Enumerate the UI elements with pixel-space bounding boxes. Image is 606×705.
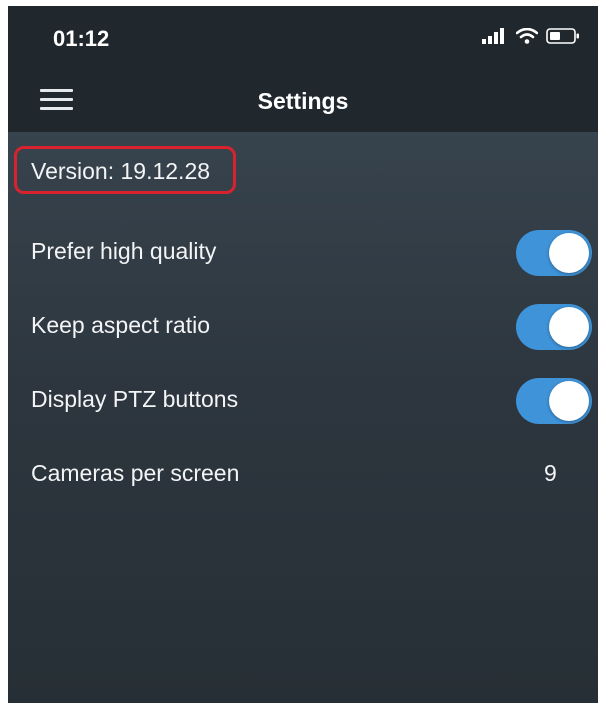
navigation-bar: Settings <box>8 68 598 132</box>
setting-prefer-high-quality[interactable]: Prefer high quality <box>8 218 598 282</box>
setting-cameras-per-screen[interactable]: Cameras per screen 9 <box>8 440 598 504</box>
setting-label: Cameras per screen <box>31 460 240 486</box>
cameras-per-screen-value[interactable]: 9 <box>544 460 557 487</box>
status-time: 01:12 <box>53 26 110 51</box>
wifi-icon <box>516 28 538 44</box>
setting-label: Keep aspect ratio <box>31 312 211 338</box>
battery-icon <box>546 28 579 44</box>
settings-list: Version: 19.12.28 Prefer high quality Ke… <box>8 132 598 703</box>
setting-keep-aspect-ratio[interactable]: Keep aspect ratio <box>8 292 598 356</box>
toggle-knob <box>549 381 589 421</box>
setting-display-ptz-buttons[interactable]: Display PTZ buttons <box>8 366 598 430</box>
setting-label: Prefer high quality <box>31 238 217 264</box>
page-title: Settings <box>257 88 349 114</box>
keep-aspect-ratio-toggle[interactable] <box>516 304 592 350</box>
toggle-knob <box>549 233 589 273</box>
display-ptz-buttons-toggle[interactable] <box>516 378 592 424</box>
version-label: Version: 19.12.28 <box>31 158 211 184</box>
toggle-knob <box>549 307 589 347</box>
cellular-signal-icon <box>482 28 504 44</box>
status-icons <box>482 28 580 44</box>
prefer-high-quality-toggle[interactable] <box>516 230 592 276</box>
settings-screen: 01:12 Settings Version: 19.12.28 Prefer … <box>8 6 598 703</box>
setting-label: Display PTZ buttons <box>31 386 239 412</box>
status-bar: 01:12 <box>8 6 598 68</box>
